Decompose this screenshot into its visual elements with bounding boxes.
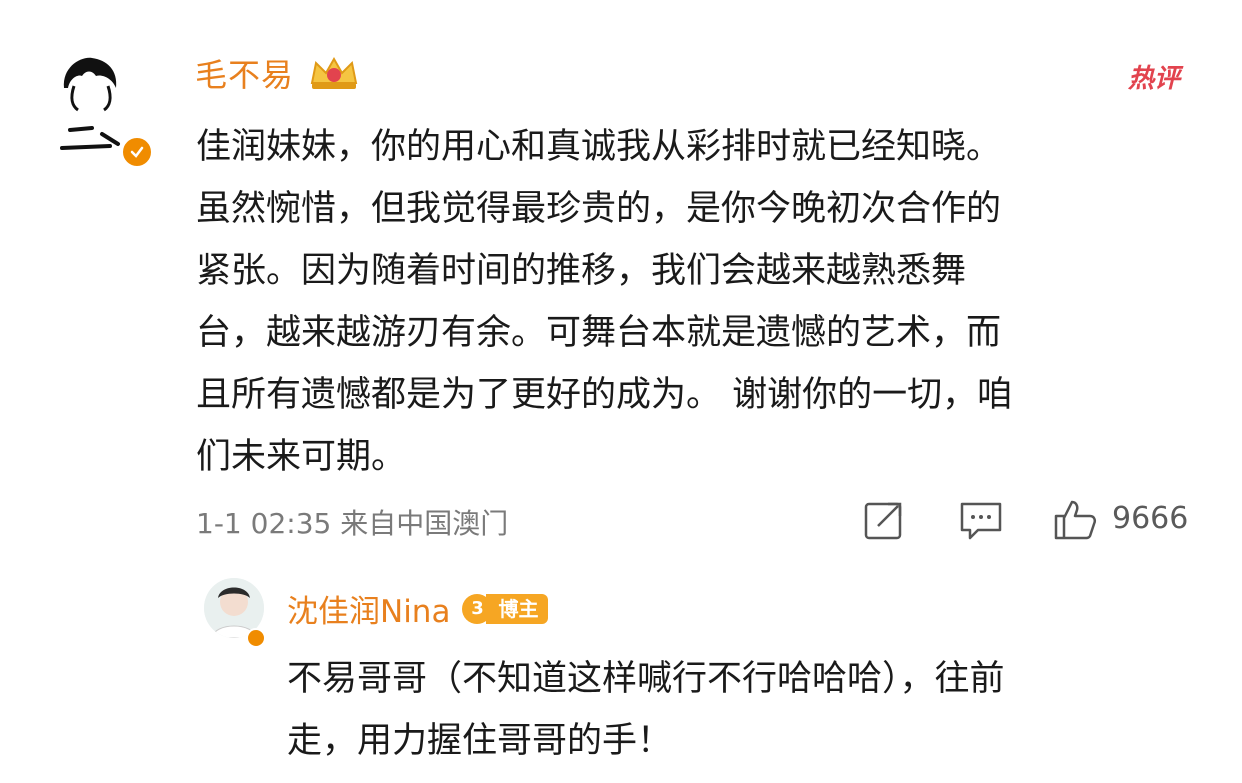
reply-header: 沈佳润Nina 3 博主 xyxy=(287,586,549,631)
reply-line: 不易哥哥（不知道这样喊行不行哈哈哈），往前 xyxy=(287,659,1005,699)
comment-icon[interactable] xyxy=(958,498,1004,542)
comment-line: 虽然惋惜，但我觉得最珍贵的，是你今晚初次合作的 xyxy=(196,189,1002,229)
reply-text: 不易哥哥（不知道这样喊行不行哈哈哈），往前 走，用力握住哥哥的手！ xyxy=(287,648,1187,772)
verified-icon xyxy=(120,135,154,169)
comment-header: 毛不易 xyxy=(195,50,362,96)
comment-line: 佳润妹妹，你的用心和真诚我从彩排时就已经知晓。 xyxy=(196,127,1002,167)
verified-icon xyxy=(246,628,266,648)
comment-author[interactable]: 毛不易 xyxy=(195,50,294,96)
reply-author[interactable]: 沈佳润Nina xyxy=(287,586,450,631)
blogger-badge-icon: 3 博主 xyxy=(462,592,549,626)
hot-comment-tag: 热评 xyxy=(1128,54,1198,94)
comment-line: 紧张。因为随着时间的推移，我们会越来越熟悉舞 xyxy=(196,251,967,291)
comment-actions: 9666 xyxy=(0,496,1242,546)
like-count: 9666 xyxy=(1112,501,1189,536)
comment-line: 们未来可期。 xyxy=(196,437,407,477)
comment-text: 佳润妹妹，你的用心和真诚我从彩排时就已经知晓。 虽然惋惜，但我觉得最珍贵的，是你… xyxy=(196,116,1196,488)
hot-comment-label: 热评 xyxy=(1128,64,1181,94)
crown-badge-icon xyxy=(310,56,358,89)
badge-tag: 博主 xyxy=(486,593,549,624)
reply-line: 走，用力握住哥哥的手！ xyxy=(287,721,673,761)
comment-line: 且所有遗憾都是为了更好的成为。 谢谢你的一切，咱 xyxy=(196,375,1013,415)
like-icon[interactable] xyxy=(1052,496,1098,542)
comment-line: 台，越来越游刃有余。可舞台本就是遗憾的艺术，而 xyxy=(196,313,1002,353)
share-icon[interactable] xyxy=(862,498,906,542)
